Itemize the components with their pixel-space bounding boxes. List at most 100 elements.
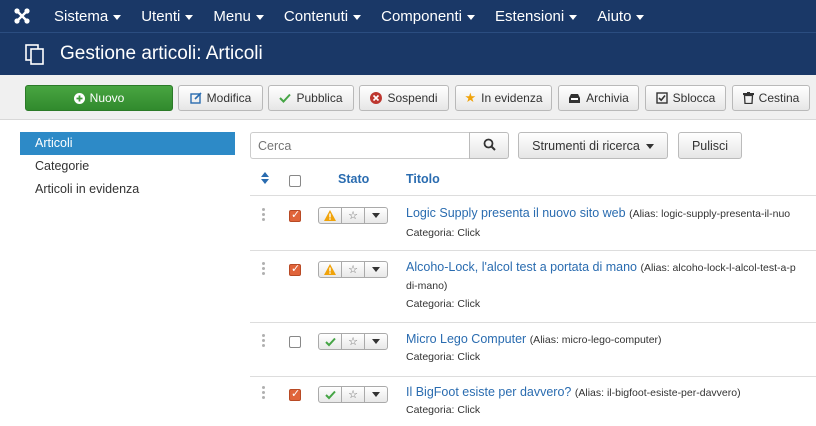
warning-icon[interactable] [318,207,342,224]
warning-icon[interactable] [318,261,342,278]
search-tools-button[interactable]: Strumenti di ricerca [518,132,668,159]
publish-button-label: Pubblica [296,91,343,105]
caret-down-icon [372,392,380,397]
article-title-link[interactable]: Micro Lego Computer [406,332,526,346]
nav-aiuto[interactable]: Aiuto [587,0,654,32]
nav-label: Componenti [381,7,463,25]
nav-label: Sistema [54,7,109,25]
sidebar-item-articoli[interactable]: Articoli [20,132,235,155]
drag-handle-icon[interactable] [262,334,266,349]
toolbar: Nuovo Modifica Pubblica Sospendi ★ In evi… [0,75,816,120]
caret-down-icon [255,14,264,20]
trash-button-label: Cestina [758,91,800,105]
trash-icon [742,92,754,104]
status-button-group: ☆ [318,261,388,278]
nav-contenuti[interactable]: Contenuti [274,0,371,32]
select-all-checkbox[interactable] [289,175,301,187]
checkbox-icon [655,92,668,104]
row-title-line: Micro Lego Computer (Alias: micro-lego-c… [406,332,662,346]
table-header: Stato Titolo [250,166,816,196]
star-outline-icon[interactable]: ☆ [341,333,365,350]
joomla-logo-icon[interactable] [0,0,44,32]
article-category: Categoria: Click [406,298,481,310]
caret-down-icon [185,14,194,20]
edit-button[interactable]: Modifica [178,85,263,111]
cancel-circle-icon [370,92,383,104]
nav-estensioni[interactable]: Estensioni [485,0,587,32]
star-icon: ★ [464,90,477,105]
page-title: Gestione articoli: Articoli [60,43,263,64]
check-icon[interactable] [318,386,342,403]
unpublish-button-label: Sospendi [387,91,438,105]
caret-down-icon [372,339,380,344]
caret-down-icon [353,14,362,20]
article-title-link[interactable]: Alcoho-Lock, l'alcol test a portata di m… [406,260,637,274]
clear-button[interactable]: Pulisci [678,132,742,159]
table-row: ☆ Alcoho-Lock, l'alcol test a portata di… [250,251,816,323]
check-icon[interactable] [318,333,342,350]
article-category: Categoria: Click [406,351,481,363]
sidebar-item-articoli-in-evidenza[interactable]: Articoli in evidenza [20,178,235,201]
nav-componenti[interactable]: Componenti [371,0,485,32]
star-outline-icon[interactable]: ☆ [341,386,365,403]
nav-label: Estensioni [495,7,565,25]
checkin-button[interactable]: Sblocca [645,85,726,111]
archive-button[interactable]: Archivia [558,85,639,111]
column-header-title[interactable]: Titolo [406,172,440,186]
archive-icon [568,93,581,104]
row-checkbox[interactable] [289,208,301,222]
search-input[interactable] [250,132,470,159]
nav-label: Utenti [141,7,181,25]
status-button-group: ☆ [318,207,388,224]
nav-sistema[interactable]: Sistema [44,0,131,32]
dropdown-toggle[interactable] [364,333,388,350]
trash-button[interactable]: Cestina [732,85,810,111]
new-button[interactable]: Nuovo [25,85,173,111]
nav-menu[interactable]: Menu [203,0,274,32]
row-checkbox[interactable] [289,387,301,401]
sidebar-item-categorie[interactable]: Categorie [20,155,235,178]
plus-circle-icon [73,92,85,104]
caret-down-icon [372,267,380,272]
caret-down-icon [467,14,476,20]
article-title-link[interactable]: Logic Supply presenta il nuovo sito web [406,206,626,220]
status-button-group: ☆ [318,386,388,403]
caret-down-icon [645,144,654,149]
row-title-line: Il BigFoot esiste per davvero? (Alias: i… [406,385,741,399]
publish-button[interactable]: Pubblica [268,85,354,111]
featured-button-label: In evidenza [481,91,543,105]
sort-icon[interactable] [261,172,269,187]
unpublish-button[interactable]: Sospendi [359,85,449,111]
article-alias: (Alias: logic-supply-presenta-il-nuo [629,208,791,220]
edit-button-label: Modifica [206,91,252,105]
caret-down-icon [372,213,380,218]
featured-button[interactable]: ★ In evidenza [455,85,552,111]
search-icon [483,138,496,154]
table-row: ☆ Micro Lego Computer (Alias: micro-lego… [250,323,816,377]
nav-label: Menu [213,7,251,25]
caret-down-icon [569,14,578,20]
search-tools-label: Strumenti di ricerca [532,138,640,153]
drag-handle-icon[interactable] [262,262,266,277]
article-category: Categoria: Click [406,227,481,239]
table-row: ☆ Logic Supply presenta il nuovo sito we… [250,197,816,251]
drag-handle-icon[interactable] [262,386,266,401]
article-title-link[interactable]: Il BigFoot esiste per davvero? [406,385,571,399]
star-outline-icon[interactable]: ☆ [341,207,365,224]
sidebar: Articoli Categorie Articoli in evidenza [20,132,235,201]
dropdown-toggle[interactable] [364,386,388,403]
row-checkbox[interactable] [289,336,301,348]
article-alias: (Alias: il-bigfoot-esiste-per-davvero) [574,387,741,399]
drag-handle-icon[interactable] [262,208,266,223]
row-checkbox[interactable] [289,262,301,276]
dropdown-toggle[interactable] [364,207,388,224]
edit-icon [189,92,202,104]
new-button-label: Nuovo [89,91,125,105]
archive-button-label: Archivia [586,91,629,105]
dropdown-toggle[interactable] [364,261,388,278]
column-header-status[interactable]: Stato [338,172,369,186]
row-title-line: Alcoho-Lock, l'alcol test a portata di m… [406,260,796,274]
star-outline-icon[interactable]: ☆ [341,261,365,278]
search-button[interactable] [469,132,509,159]
nav-utenti[interactable]: Utenti [131,0,203,32]
